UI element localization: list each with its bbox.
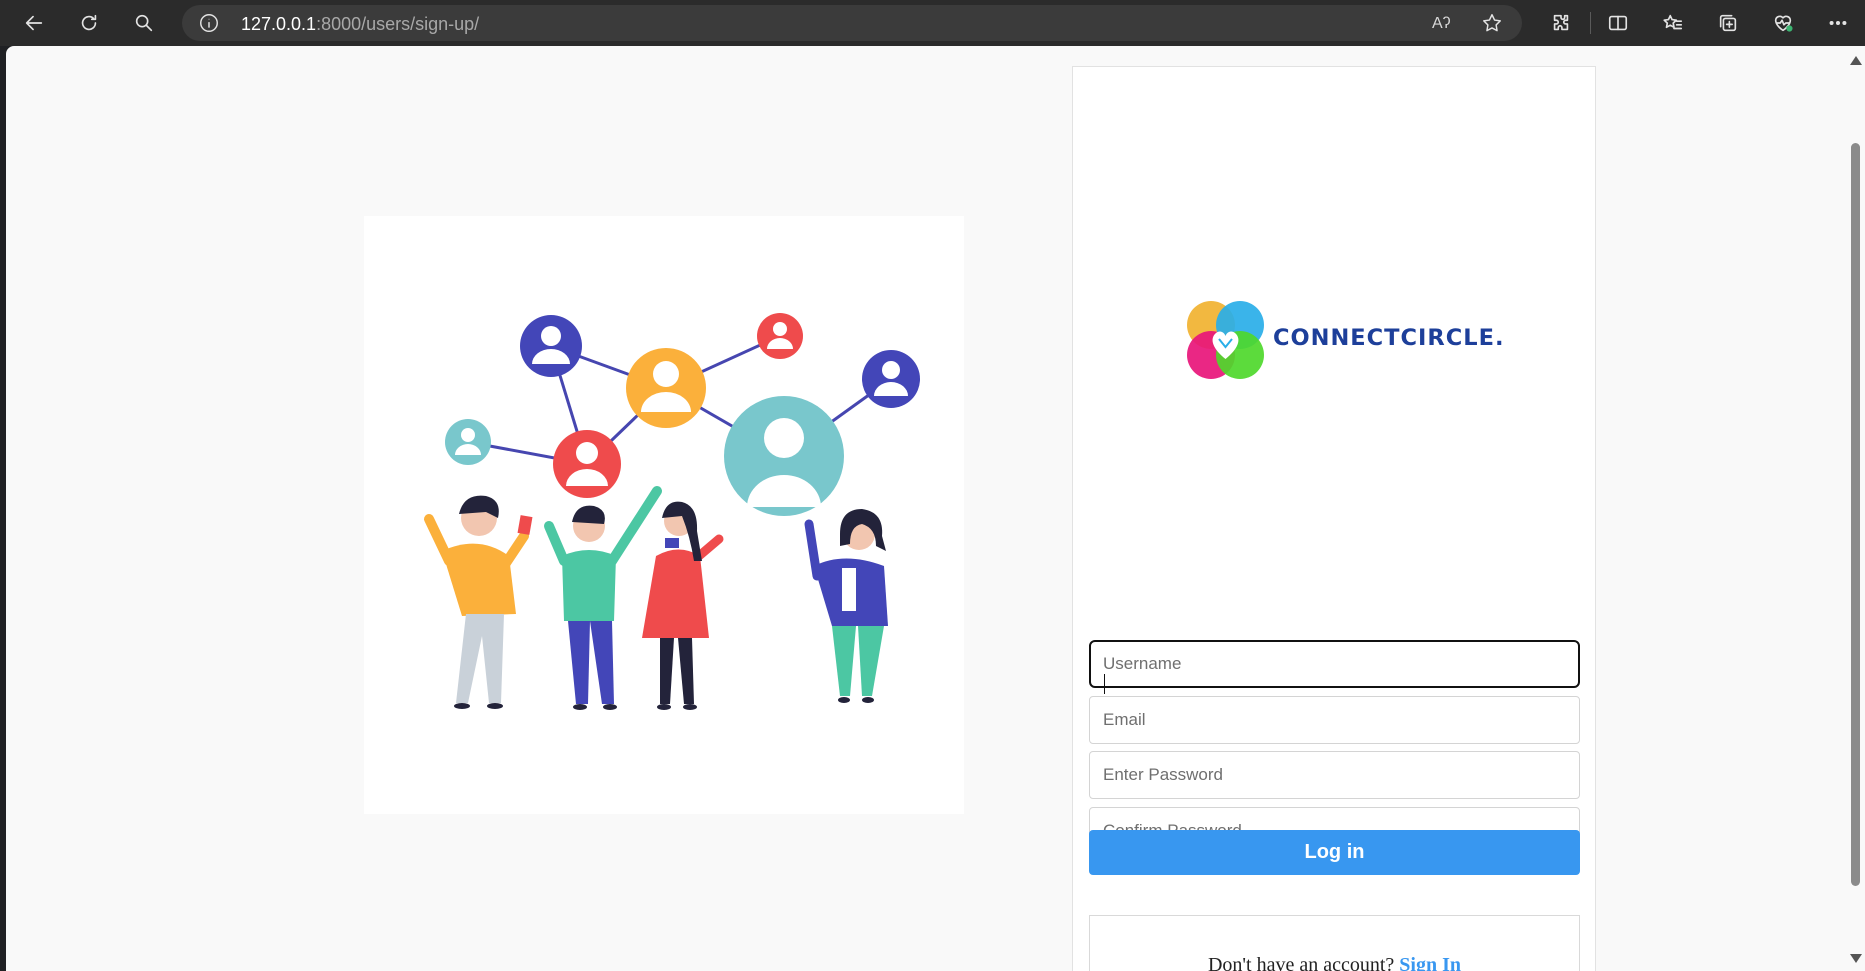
search-icon[interactable] xyxy=(128,7,160,39)
refresh-icon[interactable] xyxy=(73,7,105,39)
favorite-star-icon[interactable] xyxy=(1481,12,1503,34)
back-arrow-icon[interactable] xyxy=(18,7,50,39)
login-button[interactable]: Log in xyxy=(1089,830,1580,875)
text-caret xyxy=(1104,674,1105,694)
more-options-icon[interactable] xyxy=(1822,7,1854,39)
email-field[interactable] xyxy=(1089,696,1580,744)
signup-card: CONNECTCIRCLE. Log in Don't have an acco… xyxy=(1072,66,1596,971)
url-text[interactable]: 127.0.0.1:8000/users/sign-up/ xyxy=(241,14,479,35)
connectcircle-logo-icon xyxy=(1187,301,1264,379)
scrollbar-thumb[interactable] xyxy=(1851,143,1860,886)
account-prompt-text: Don't have an account? xyxy=(1207,954,1400,971)
site-info-icon[interactable] xyxy=(198,12,220,34)
browser-essentials-heart-icon[interactable] xyxy=(1767,7,1799,39)
scroll-up-arrow-icon[interactable] xyxy=(1850,56,1862,65)
page-viewport: CONNECTCIRCLE. Log in Don't have an acco… xyxy=(6,46,1846,971)
sign-in-link[interactable]: Sign In xyxy=(1399,954,1461,971)
brand-name: CONNECTCIRCLE. xyxy=(1273,325,1505,351)
favorites-list-icon[interactable] xyxy=(1657,7,1689,39)
account-prompt: Don't have an account? Sign In xyxy=(1090,954,1579,971)
browser-toolbar: 127.0.0.1:8000/users/sign-up/ Aʔ xyxy=(0,0,1865,46)
page-scrollbar[interactable] xyxy=(1846,46,1865,971)
read-aloud-icon[interactable]: Aʔ xyxy=(1432,15,1454,37)
brand-logo: CONNECTCIRCLE. xyxy=(1183,295,1513,395)
split-screen-icon[interactable] xyxy=(1602,7,1634,39)
address-bar[interactable]: 127.0.0.1:8000/users/sign-up/ Aʔ xyxy=(182,5,1522,41)
extensions-puzzle-icon[interactable] xyxy=(1545,7,1577,39)
toolbar-divider xyxy=(1590,12,1591,34)
username-field[interactable] xyxy=(1089,640,1580,688)
community-illustration xyxy=(364,216,964,814)
collections-icon[interactable] xyxy=(1712,7,1744,39)
scroll-down-arrow-icon[interactable] xyxy=(1850,954,1862,963)
password-field[interactable] xyxy=(1089,751,1580,799)
account-prompt-box: Don't have an account? Sign In xyxy=(1089,915,1580,971)
